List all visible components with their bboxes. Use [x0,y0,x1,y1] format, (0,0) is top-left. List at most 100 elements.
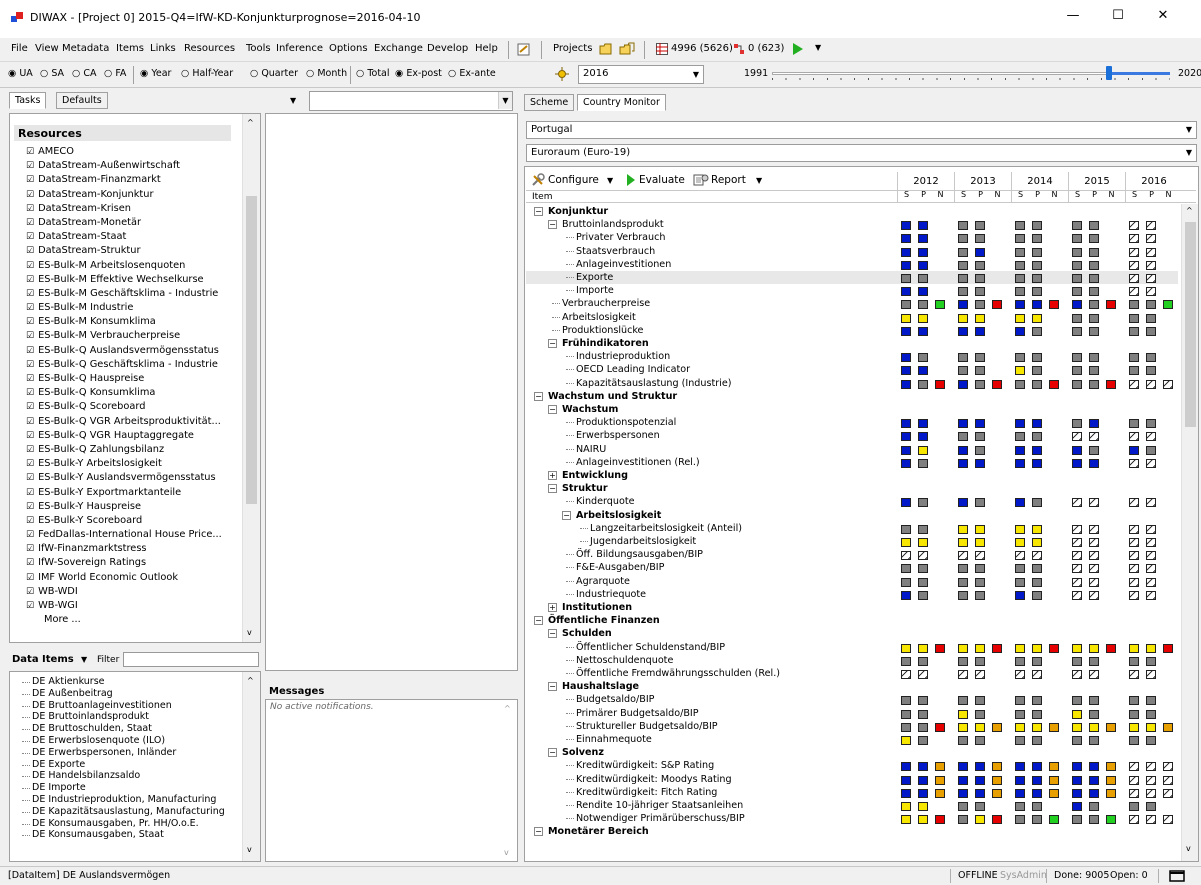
status-indicator[interactable] [1089,762,1099,772]
menu-resources[interactable]: Resources [184,43,235,54]
status-indicator[interactable] [1032,736,1042,745]
tree-row[interactable]: Kinderquote [526,495,1178,508]
resource-item[interactable]: ☑ ES-Bulk-Y Arbeitslosigkeit [14,457,246,471]
data-item[interactable]: DE Industrieproduktion, Manufacturing [10,794,242,806]
status-indicator[interactable] [1129,643,1139,653]
status-indicator[interactable] [958,260,968,270]
status-indicator[interactable] [918,274,928,283]
collapse-icon[interactable]: − [548,339,557,348]
status-indicator[interactable] [1015,419,1025,429]
tree-row[interactable]: Langzeitarbeitslosigkeit (Anteil) [526,522,1178,535]
resource-item[interactable]: ☑ WB-WDI [14,585,246,599]
collapse-icon[interactable]: − [534,827,543,837]
status-indicator[interactable] [1089,274,1099,283]
data-item[interactable]: DE Handelsbilanzsaldo [10,770,242,782]
status-indicator[interactable] [1146,287,1156,297]
radio-month[interactable]: ○ Month [306,68,347,79]
status-indicator[interactable] [1072,274,1082,283]
menu-options[interactable]: Options [329,43,368,54]
status-indicator[interactable] [918,538,928,547]
status-indicator[interactable] [918,722,928,732]
status-indicator[interactable] [918,247,928,257]
resource-item[interactable]: ☑ DataStream-Krisen [14,202,246,216]
status-indicator[interactable] [975,577,985,587]
status-indicator[interactable] [918,234,928,244]
status-indicator[interactable] [1072,577,1082,587]
year-range-slider[interactable] [772,66,1170,80]
status-indicator[interactable] [918,326,928,336]
status-indicator[interactable] [958,551,968,561]
tree-row[interactable]: Privater Verbrauch [526,231,1178,244]
status-indicator[interactable] [975,709,985,719]
status-indicator[interactable] [1146,300,1156,310]
status-indicator[interactable] [975,802,985,811]
status-indicator[interactable] [918,709,928,719]
status-indicator[interactable] [958,577,968,587]
status-indicator[interactable] [975,538,985,547]
status-indicator[interactable] [1015,762,1025,772]
status-indicator[interactable] [1032,300,1042,310]
status-indicator[interactable] [1015,379,1025,389]
status-indicator[interactable] [975,564,985,574]
chevron-down-icon[interactable]: ▼ [607,176,613,185]
status-indicator[interactable] [1072,590,1082,600]
tree-row[interactable]: − Monetärer Bereich [526,825,1178,838]
resource-item[interactable]: ☑ WB-WGI [14,599,246,613]
data-item[interactable]: DE Konsumausgaben, Pr. HH/O.o.E. [10,818,242,830]
status-indicator[interactable] [918,577,928,587]
chevron-down-icon[interactable]: ▼ [756,176,762,185]
status-indicator[interactable] [918,802,928,811]
status-indicator[interactable] [958,300,968,310]
status-indicator[interactable] [1072,524,1082,534]
tree-row[interactable]: Staatsverbrauch [526,245,1178,258]
resources-scrollbar[interactable]: ^ v [242,114,260,642]
status-indicator[interactable] [1129,313,1139,323]
tree-row[interactable]: + Entwicklung [526,469,1178,482]
checkbox-checked-icon[interactable]: ☑ [26,544,34,554]
status-indicator[interactable] [1089,656,1099,666]
status-indicator[interactable] [1146,564,1156,574]
collapse-icon[interactable]: − [534,207,543,216]
status-indicator[interactable] [901,656,911,666]
status-indicator[interactable] [1049,775,1059,785]
status-indicator[interactable] [1049,722,1059,732]
radio-quarter[interactable]: ○ Quarter [250,68,298,79]
configure-button[interactable]: Configure [548,174,599,186]
status-indicator[interactable] [1072,656,1082,666]
radio-half-year[interactable]: ○ Half-Year [181,68,233,79]
evaluate-button[interactable]: Evaluate [639,174,685,186]
tree-row[interactable]: − Konjunktur [526,205,1178,218]
status-indicator[interactable] [1146,326,1156,336]
status-indicator[interactable] [975,551,985,561]
scroll-down-icon[interactable]: v [1186,844,1191,853]
status-indicator[interactable] [975,353,985,363]
status-indicator[interactable] [992,788,1002,798]
status-indicator[interactable] [1129,590,1139,600]
status-indicator[interactable] [1015,736,1025,745]
status-indicator[interactable] [958,590,968,600]
status-indicator[interactable] [935,788,945,798]
resource-item[interactable]: ☑ DataStream-Staat [14,230,246,244]
minimize-button[interactable]: — [1063,8,1083,23]
status-indicator[interactable] [1089,247,1099,257]
status-indicator[interactable] [1146,260,1156,270]
status-indicator[interactable] [1072,670,1082,679]
status-indicator[interactable] [1089,326,1099,336]
status-indicator[interactable] [1089,524,1099,534]
tree-row[interactable]: − Solvenz [526,746,1178,759]
status-indicator[interactable] [992,722,1002,732]
status-indicator[interactable] [1072,802,1082,811]
status-indicator[interactable] [901,538,911,547]
status-indicator[interactable] [1072,551,1082,561]
status-indicator[interactable] [975,247,985,257]
status-indicator[interactable] [918,643,928,653]
status-indicator[interactable] [1163,762,1173,772]
status-indicator[interactable] [1072,762,1082,772]
status-indicator[interactable] [901,788,911,798]
menu-links[interactable]: Links [150,43,176,54]
status-indicator[interactable] [1072,326,1082,336]
status-indicator[interactable] [1146,221,1156,231]
status-indicator[interactable] [901,696,911,706]
status-indicator[interactable] [958,670,968,679]
status-indicator[interactable] [1129,551,1139,561]
